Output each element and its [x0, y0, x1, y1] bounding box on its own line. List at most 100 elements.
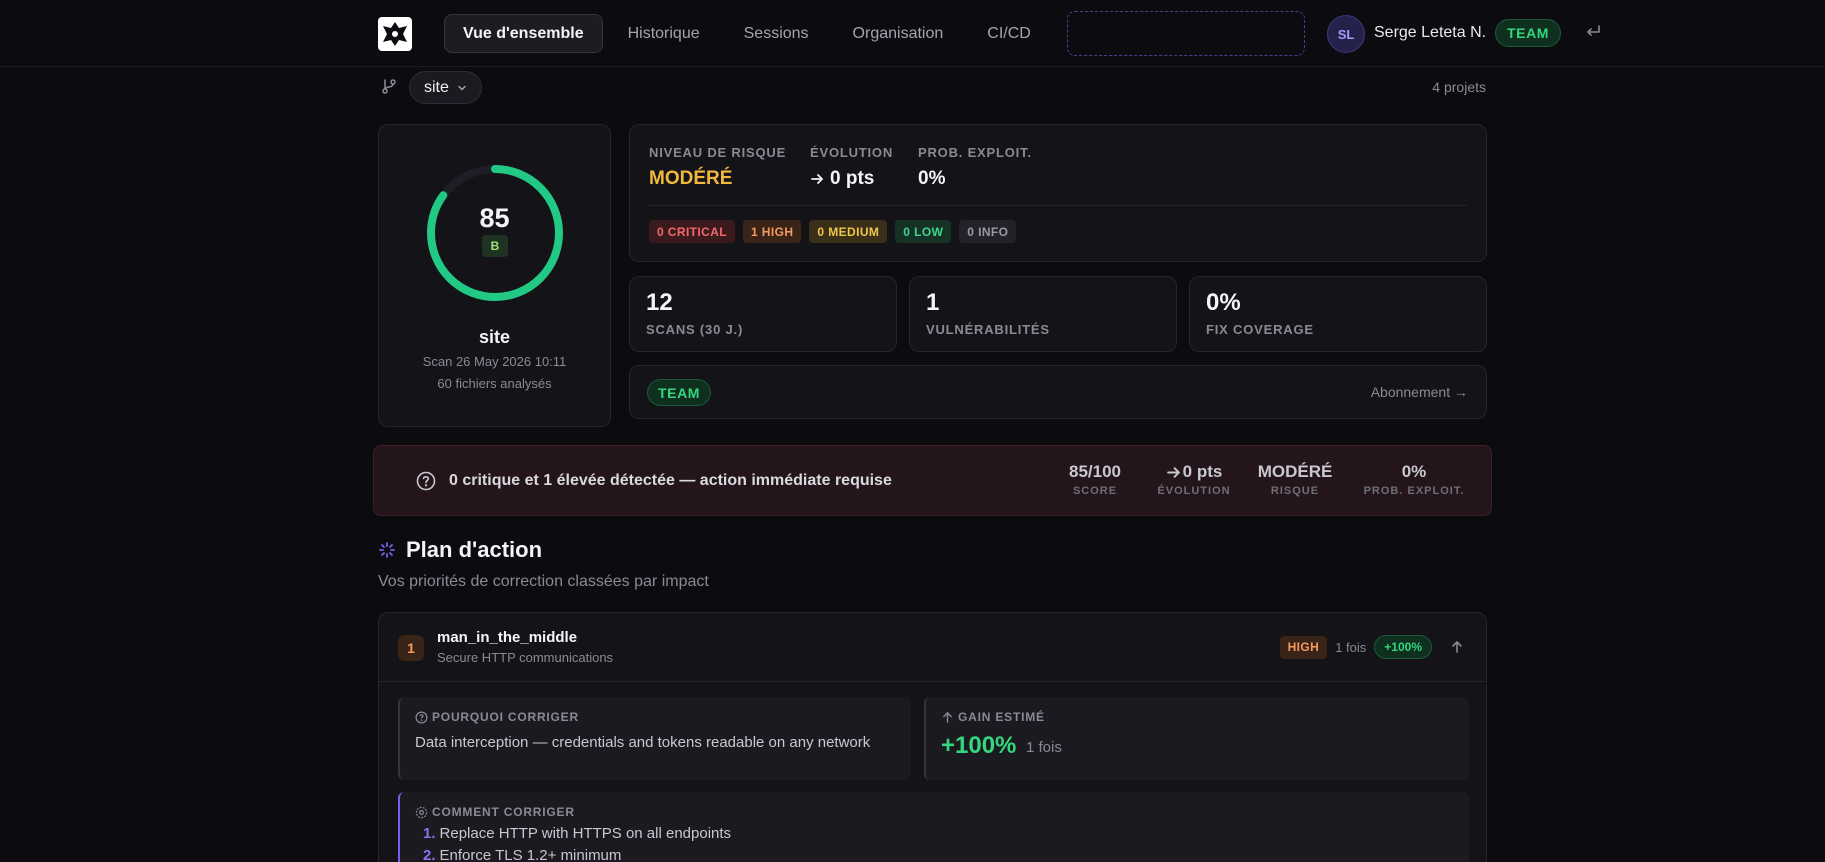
severity-badges: 0 CRITICAL 1 HIGH 0 MEDIUM 0 LOW 0 INFO: [649, 220, 1017, 243]
fix-step-text: Enforce TLS 1.2+ minimum: [439, 847, 622, 862]
tab-cicd[interactable]: CI/CD: [968, 14, 1050, 53]
project-select-value: site: [424, 78, 449, 96]
issue-title: man_in_the_middle: [437, 629, 578, 646]
files-analyzed: 60 fichiers analysés: [437, 376, 552, 391]
metric-label: SCORE: [1072, 485, 1118, 497]
why-fix-label-text: POURQUOI CORRIGER: [432, 710, 579, 724]
estimated-gain-panel: GAIN ESTIMÉ +100% 1 fois: [924, 697, 1469, 780]
metric-value: 85/100: [1069, 462, 1121, 481]
fix-step: 1. Replace HTTP with HTTPS on all endpoin…: [423, 825, 732, 842]
grade-badge: B: [482, 235, 508, 257]
arrow-right-icon: [811, 174, 823, 184]
tab-history[interactable]: Historique: [609, 14, 719, 53]
severity-critical-badge[interactable]: 0 CRITICAL: [649, 220, 735, 243]
tab-sessions[interactable]: Sessions: [725, 14, 828, 53]
divider: [649, 205, 1467, 206]
project-select[interactable]: site: [409, 71, 482, 104]
evolution-text: 0 pts: [830, 168, 875, 189]
score-value: 85: [479, 203, 510, 233]
metric-label: ÉVOLUTION: [1157, 485, 1231, 497]
gear-icon: [415, 806, 428, 818]
occurrence-count: 1 fois: [1335, 639, 1367, 655]
estimated-gain-count: 1 fois: [1026, 739, 1062, 756]
evolution-col: ÉVOLUTION 0 pts: [810, 145, 893, 190]
why-fix-text: Data interception — credentials and toke…: [415, 734, 871, 751]
tab-overview[interactable]: Vue d'ensemble: [444, 14, 603, 53]
why-fix-panel: POURQUOI CORRIGER Data interception — cr…: [398, 697, 911, 780]
plan-badge: TEAM: [1495, 19, 1562, 47]
empty-search-slot[interactable]: [1067, 11, 1305, 56]
risk-level-col: NIVEAU DE RISQUE MODÉRÉ: [649, 145, 786, 190]
risk-card: NIVEAU DE RISQUE MODÉRÉ ÉVOLUTION 0 pts …: [629, 124, 1487, 262]
logout-icon[interactable]: [1583, 22, 1603, 42]
stat-label: VULNÉRABILITÉS: [926, 322, 1050, 337]
estimated-gain-value: +100%: [941, 732, 1017, 759]
fix-step: 2. Enforce TLS 1.2+ minimum: [423, 847, 622, 862]
fix-step-text: Replace HTTP with HTTPS on all endpoints: [439, 825, 732, 842]
action-item-card: 1 man_in_the_middle Secure HTTP communic…: [378, 612, 1487, 862]
divider: [379, 681, 1486, 682]
team-badge: TEAM: [647, 379, 712, 406]
score-site-name: site: [478, 327, 511, 347]
estimated-gain-label: GAIN ESTIMÉ: [941, 710, 1045, 724]
risk-level-value: MODÉRÉ: [649, 168, 733, 189]
main-nav: Vue d'ensemble Historique Sessions Organ…: [444, 14, 1050, 53]
alert-message: 0 critique et 1 élevée détectée — action…: [449, 472, 892, 489]
arrow-right-icon: [1166, 466, 1180, 478]
user-name: Serge Leteta N.: [1374, 24, 1487, 41]
issue-summary: HIGH 1 fois +100%: [1279, 635, 1464, 659]
exploit-col: PROB. EXPLOIT. 0%: [918, 145, 1032, 190]
metric-value: 0%: [1401, 462, 1427, 481]
scans-stat-card: 12 SCANS (30 J.): [629, 276, 897, 352]
risk-level-label: NIVEAU DE RISQUE: [649, 145, 787, 160]
help-circle-icon: [415, 711, 428, 723]
how-to-fix-panel: COMMENT CORRIGER 1. Replace HTTP with HTT…: [398, 792, 1469, 862]
score-card: 85 B site Scan 26 May 2026 10:11 60 fich…: [378, 124, 611, 427]
alert-risk-metric: MODÉRÉ RISQUE: [1250, 462, 1340, 497]
scan-date: Scan 26 May 2026 10:11: [422, 354, 567, 369]
metric-value: MODÉRÉ: [1257, 462, 1333, 481]
estimated-gain-label-text: GAIN ESTIMÉ: [958, 710, 1045, 724]
chevron-down-icon: [458, 85, 466, 91]
severity-badge: HIGH: [1279, 635, 1328, 659]
how-to-fix-label-text: COMMENT CORRIGER: [432, 805, 575, 819]
priority-rank: 1: [398, 635, 424, 661]
why-fix-label: POURQUOI CORRIGER: [415, 710, 579, 724]
collapse-arrow-icon[interactable]: [1450, 640, 1464, 654]
project-count: 4 projets: [1432, 79, 1486, 95]
app-logo[interactable]: [378, 17, 412, 51]
severity-high-badge[interactable]: 1 HIGH: [743, 220, 802, 243]
exploit-value: 0%: [918, 168, 946, 189]
metric-label: PROB. EXPLOIT.: [1363, 485, 1465, 497]
severity-info-badge[interactable]: 0 INFO: [959, 220, 1017, 243]
stat-value: 1: [926, 289, 940, 316]
issue-subtitle: Secure HTTP communications: [437, 650, 614, 665]
gain-badge: +100%: [1374, 635, 1432, 659]
severity-low-badge[interactable]: 0 LOW: [895, 220, 952, 243]
fix-steps: 1. Replace HTTP with HTTPS on all endpoin…: [423, 823, 731, 862]
alert-evolution-metric: 0 pts ÉVOLUTION: [1149, 462, 1239, 497]
metric-value: 0 pts: [1149, 462, 1239, 482]
arrow-up-icon: [943, 711, 952, 723]
alert-exploit-metric: 0% PROB. EXPLOIT.: [1354, 462, 1474, 497]
exploit-label: PROB. EXPLOIT.: [918, 145, 1032, 160]
stat-value: 0%: [1206, 289, 1241, 316]
vulnerabilities-stat-card: 1 VULNÉRABILITÉS: [909, 276, 1177, 352]
metric-value-text: 0 pts: [1182, 462, 1223, 481]
action-plan-subtitle: Vos priorités de correction classées par…: [378, 573, 709, 590]
evolution-label: ÉVOLUTION: [810, 145, 894, 160]
branch-icon: [382, 79, 396, 94]
sparkle-icon: [379, 542, 395, 558]
subscription-link[interactable]: Abonnement →: [1371, 384, 1468, 400]
action-plan-title: Plan d'action: [406, 537, 543, 562]
severity-medium-badge[interactable]: 0 MEDIUM: [809, 220, 888, 243]
metric-label: RISQUE: [1270, 485, 1320, 497]
help-circle-icon: [416, 471, 436, 491]
how-to-fix-label: COMMENT CORRIGER: [415, 805, 575, 819]
avatar[interactable]: SL: [1327, 15, 1365, 53]
subscription-card: TEAM Abonnement →: [629, 365, 1487, 419]
alert-banner: 0 critique et 1 élevée détectée — action…: [373, 445, 1492, 516]
tab-organisation[interactable]: Organisation: [834, 14, 963, 53]
evolution-value: 0 pts: [810, 168, 893, 190]
stat-value: 12: [646, 289, 673, 316]
